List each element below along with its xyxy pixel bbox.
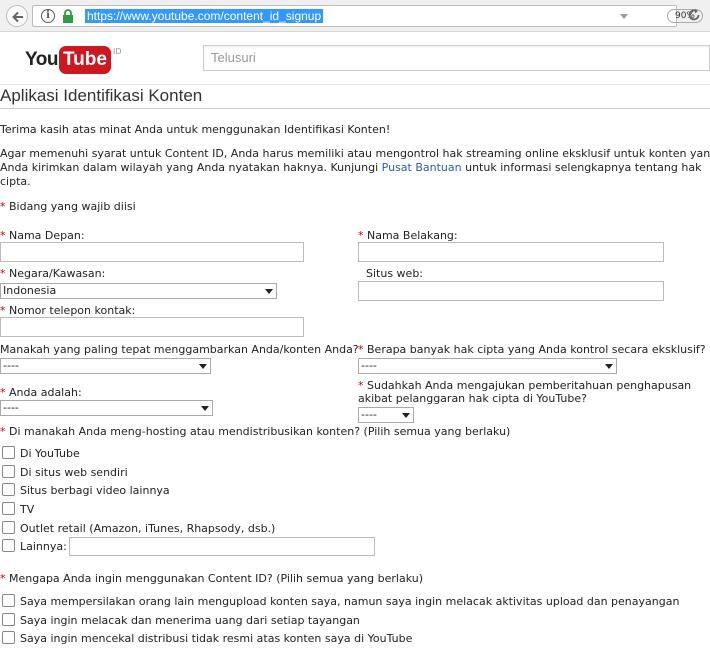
last-name-label-text: Nama Belakang: — [367, 229, 458, 242]
address-bar[interactable]: i https://www.youtube.com/content_id_sig… — [32, 5, 703, 27]
hosting-label: * Di manakah Anda meng-hosting atau mend… — [0, 425, 510, 438]
chevron-down-icon — [201, 406, 209, 411]
chevron-down-icon — [605, 364, 613, 369]
desc-line-2: Anda kirimkan dalam wilayah yang Anda ny… — [0, 161, 701, 174]
checkbox-label: Di situs web sendiri — [20, 466, 128, 479]
required-asterisk: * — [0, 229, 6, 242]
checkbox[interactable] — [2, 631, 15, 644]
history-dropdown-icon[interactable] — [619, 11, 629, 21]
you-are-label-text: Anda adalah: — [9, 386, 82, 399]
hosting-other-field[interactable] — [69, 537, 375, 556]
chevron-down-icon — [265, 289, 273, 294]
back-button[interactable] — [6, 5, 28, 27]
hosting-label-text: Di manakah Anda meng-hosting atau mendis… — [9, 425, 511, 438]
logo-you: You — [25, 49, 58, 70]
checkbox-label: Outlet retail (Amazon, iTunes, Rhapsody,… — [20, 522, 276, 535]
logo-id: ID — [112, 47, 122, 56]
desc-line-2-post: untuk informasi selengkapnya tentang hak — [461, 161, 702, 174]
required-asterisk: * — [0, 425, 6, 438]
checkbox-label: Saya ingin melacak dan menerima uang dar… — [20, 614, 360, 627]
takedown-label-line-1: Sudahkah Anda mengajukan pemberitahuan p… — [367, 379, 692, 392]
reload-icon[interactable] — [687, 8, 701, 22]
copyright-count-label: * Berapa banyak hak cipta yang Anda kont… — [358, 343, 706, 356]
youtube-logo[interactable]: You Tube ID — [25, 45, 122, 75]
chevron-down-icon — [199, 364, 207, 369]
browser-toolbar: i https://www.youtube.com/content_id_sig… — [0, 0, 710, 32]
required-note-text: Bidang yang wajib diisi — [9, 200, 136, 213]
country-label: * Negara/Kawasan: — [0, 267, 105, 280]
you-are-select[interactable]: ---- — [0, 400, 213, 416]
checkbox-label: Saya ingin mencekal distribusi tidak res… — [20, 632, 413, 645]
checkbox[interactable] — [2, 594, 15, 607]
required-note: * Bidang yang wajib diisi — [0, 200, 136, 213]
checkbox[interactable] — [2, 465, 15, 478]
first-name-label: * Nama Depan: — [0, 229, 85, 242]
checkbox-label: Situs berbagi video lainnya — [20, 484, 170, 497]
phone-label-text: Nomor telepon kontak: — [9, 304, 136, 317]
you-are-select-value: ---- — [3, 401, 19, 414]
required-asterisk: * — [0, 386, 6, 399]
search-input[interactable]: Telusuri — [203, 45, 710, 71]
last-name-field[interactable] — [358, 242, 664, 262]
required-asterisk: * — [0, 572, 6, 585]
chevron-down-icon — [402, 413, 410, 418]
why-label: * Mengapa Anda ingin menggunakan Content… — [0, 572, 423, 585]
url-text[interactable]: https://www.youtube.com/content_id_signu… — [85, 9, 324, 23]
back-arrow-icon — [12, 11, 23, 23]
title-divider — [0, 108, 710, 109]
checkbox-label: Di YouTube — [20, 447, 80, 460]
country-select[interactable]: Indonesia — [0, 283, 277, 299]
you-are-label: * Anda adalah: — [0, 386, 82, 399]
takedown-label: * Sudahkah Anda mengajukan pemberitahuan… — [358, 379, 691, 392]
checkbox[interactable] — [2, 446, 15, 459]
checkbox-label: TV — [20, 503, 35, 516]
takedown-select-value: ---- — [361, 408, 377, 421]
describe-select[interactable]: ---- — [0, 358, 211, 374]
phone-field[interactable] — [0, 317, 304, 337]
checkbox-label: Lainnya: — [20, 540, 67, 553]
page-title: Aplikasi Identifikasi Konten — [0, 86, 203, 105]
help-center-link[interactable]: Pusat Bantuan — [382, 161, 462, 174]
phone-label: * Nomor telepon kontak: — [0, 304, 135, 317]
info-icon[interactable]: i — [41, 9, 55, 23]
why-label-text: Mengapa Anda ingin menggunakan Content I… — [9, 572, 424, 585]
checkbox[interactable] — [2, 483, 15, 496]
checkbox[interactable] — [2, 521, 15, 534]
checkbox[interactable] — [2, 502, 15, 515]
takedown-label-line-2: akibat pelanggaran hak cipta di YouTube? — [358, 392, 587, 405]
checkbox[interactable] — [2, 613, 15, 626]
required-asterisk: * — [0, 267, 6, 280]
checkbox-label: Saya mempersilakan orang lain mengupload… — [20, 595, 680, 608]
takedown-select[interactable]: ---- — [358, 407, 414, 423]
required-asterisk: * — [0, 200, 6, 213]
country-select-value: Indonesia — [3, 284, 57, 297]
copyright-count-select[interactable]: ---- — [358, 358, 617, 374]
describe-select-value: ---- — [3, 359, 19, 372]
copyright-count-label-text: Berapa banyak hak cipta yang Anda kontro… — [367, 343, 706, 356]
website-field[interactable] — [358, 281, 664, 301]
desc-line-3: cipta. — [0, 175, 31, 188]
required-asterisk: * — [0, 304, 6, 317]
required-asterisk: * — [358, 229, 364, 242]
describe-label: Manakah yang paling tepat menggambarkan … — [0, 343, 359, 356]
copyright-count-select-value: ---- — [361, 359, 377, 372]
desc-line-1: Agar memenuhi syarat untuk Content ID, A… — [0, 147, 710, 160]
desc-line-2-pre: Anda kirimkan dalam wilayah yang Anda ny… — [0, 161, 382, 174]
checkbox[interactable] — [2, 539, 15, 552]
last-name-label: * Nama Belakang: — [358, 229, 458, 242]
required-asterisk: * — [358, 379, 364, 392]
lock-icon — [63, 9, 73, 23]
first-name-field[interactable] — [0, 242, 304, 262]
first-name-label-text: Nama Depan: — [9, 229, 85, 242]
site-header: You Tube ID Telusuri — [0, 33, 710, 85]
logo-tube: Tube — [58, 46, 111, 74]
website-label: Situs web: — [366, 267, 424, 280]
intro-text: Terima kasih atas minat Anda untuk mengg… — [0, 123, 391, 136]
country-label-text: Negara/Kawasan: — [9, 267, 106, 280]
required-asterisk: * — [358, 343, 364, 356]
